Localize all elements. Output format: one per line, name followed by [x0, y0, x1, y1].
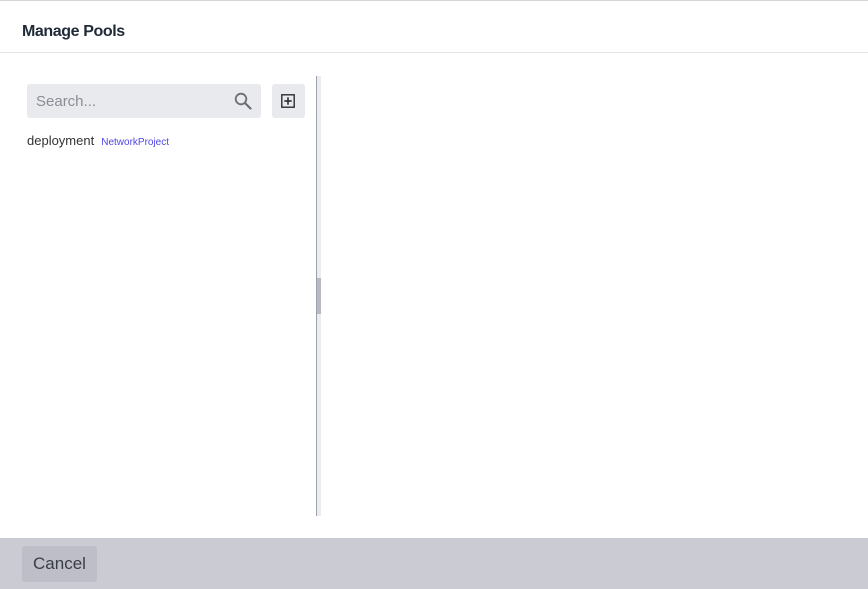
plus-square-icon: [281, 94, 295, 108]
search-icon[interactable]: [234, 92, 252, 110]
add-pool-button[interactable]: [272, 84, 305, 118]
dialog-footer: Cancel: [0, 538, 868, 589]
search-input[interactable]: [27, 84, 227, 118]
pool-type-tag: NetworkProject: [101, 137, 170, 148]
cancel-button[interactable]: Cancel: [22, 546, 97, 582]
dialog-header: Manage Pools: [0, 1, 868, 53]
pool-detail-pane: [321, 54, 868, 516]
pool-name: deployment: [27, 133, 95, 148]
search-box: [27, 84, 261, 118]
pool-list-pane: deployment NetworkProject: [0, 54, 316, 516]
pool-list-item[interactable]: deployment NetworkProject: [27, 133, 169, 153]
dialog-title: Manage Pools: [22, 23, 125, 40]
manage-pools-dialog: Manage Pools deployment Netw: [0, 0, 868, 589]
